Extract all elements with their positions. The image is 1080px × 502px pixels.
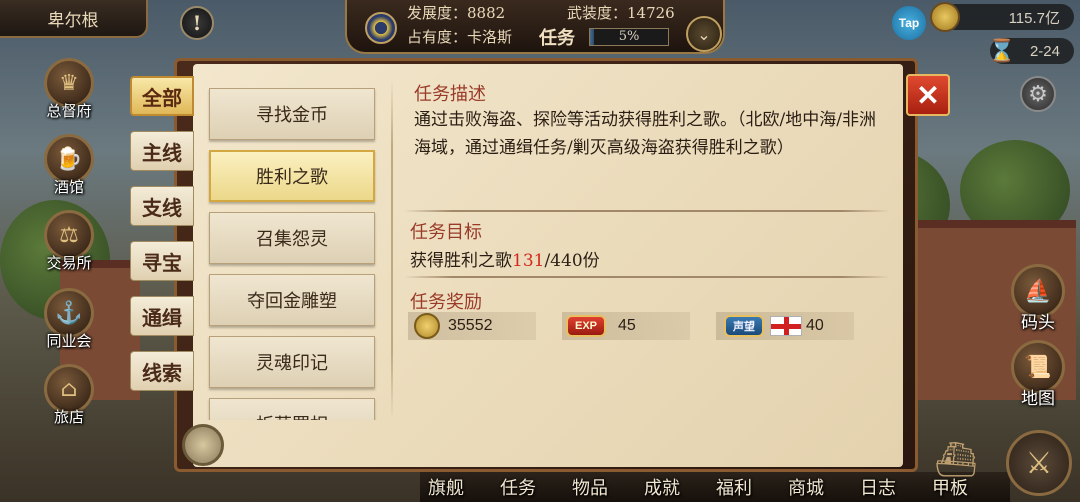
- date-counter: ⌛ 2-24: [988, 38, 1074, 64]
- tab-all[interactable]: 全部: [130, 76, 194, 116]
- close-button[interactable]: ✕: [906, 74, 950, 116]
- goal-suffix: /440份: [544, 251, 600, 271]
- goal-current: 131: [512, 251, 545, 271]
- goal-title: 任务目标: [410, 222, 482, 243]
- nav-label: 交易所: [46, 254, 92, 272]
- nav-tavern[interactable]: 🍺 酒馆: [36, 134, 102, 197]
- quest-item[interactable]: 灵魂印记: [209, 336, 375, 388]
- gold-amount: 115.7亿: [1008, 9, 1060, 27]
- nav-label: 酒馆: [53, 178, 84, 196]
- section-divider: [404, 276, 890, 278]
- nav-label: 总督府: [46, 102, 92, 120]
- reward-gold-amount: 35552: [448, 317, 493, 334]
- ship-icon[interactable]: ⛴: [926, 430, 986, 490]
- reward-exp: EXP 45: [562, 312, 690, 340]
- city-name[interactable]: 卑尔根: [0, 0, 148, 38]
- date-value: 2-24: [1029, 42, 1060, 60]
- task-progress-text: 5%: [618, 29, 640, 44]
- quest-item-selected[interactable]: 胜利之歌: [209, 150, 375, 202]
- task-progress-bar: 5%: [589, 28, 669, 46]
- reward-title: 任务奖励: [410, 292, 482, 313]
- nav-inn[interactable]: ⌂ 旅店: [36, 364, 102, 427]
- reward-gold: 35552: [408, 312, 536, 340]
- nav-governor-office[interactable]: ♛ 总督府: [36, 58, 102, 121]
- exclamation-icon: !: [192, 11, 202, 35]
- quest-list[interactable]: 寻找金币 胜利之歌 召集怨灵 夺回金雕塑 灵魂印记 折草罪相: [206, 84, 378, 420]
- tab-clues[interactable]: 线索: [130, 351, 194, 391]
- crossed-swords-icon: ⚔: [1025, 445, 1053, 481]
- tab-side[interactable]: 支线: [130, 186, 194, 226]
- quest-item[interactable]: 夺回金雕塑: [209, 274, 375, 326]
- gold-coin-icon: [414, 313, 440, 339]
- expand-button[interactable]: ⌄: [686, 16, 722, 52]
- task-progress-label: 任务: [539, 28, 575, 49]
- nav-label: 旅店: [53, 408, 84, 426]
- description-text: 通过击败海盗、探险等活动获得胜利之歌。（北欧/地中海/非洲海域，通过通缉任务/剿…: [414, 110, 876, 158]
- alert-button[interactable]: !: [180, 6, 214, 40]
- reward-fame-amount: 40: [806, 317, 824, 334]
- gold-coin-icon: [930, 2, 960, 32]
- description-title: 任务描述: [414, 84, 486, 105]
- city-emblem-icon[interactable]: [365, 12, 397, 44]
- bottom-nav-shop[interactable]: 商城: [776, 474, 836, 500]
- bottom-nav-achievements[interactable]: 成就: [632, 474, 692, 500]
- section-divider: [404, 210, 890, 212]
- exp-icon: EXP: [566, 315, 606, 337]
- chevron-down-icon: ⌄: [697, 24, 711, 44]
- tab-main[interactable]: 主线: [130, 131, 194, 171]
- quest-item[interactable]: 寻找金币: [209, 88, 375, 140]
- goal-prefix: 获得胜利之歌: [410, 251, 512, 271]
- city-status-bar: 发展度：8882 武装度：14726 占有度：卡洛斯 任务 5%: [345, 0, 725, 54]
- nav-label: 同业会: [46, 332, 92, 350]
- nav-label: 码头: [1021, 313, 1055, 333]
- goal-text: 获得胜利之歌131/440份: [410, 246, 600, 271]
- tap-button[interactable]: Tap: [892, 6, 926, 40]
- occupancy-stat: 占有度：卡洛斯: [407, 28, 513, 46]
- tab-wanted[interactable]: 通缉: [130, 296, 194, 336]
- bottom-nav-tasks[interactable]: 任务: [488, 474, 548, 500]
- quest-item[interactable]: 召集怨灵: [209, 212, 375, 264]
- panel-divider: [391, 80, 393, 420]
- bottom-nav-welfare[interactable]: 福利: [704, 474, 764, 500]
- quest-item[interactable]: 折草罪相: [209, 398, 375, 420]
- fame-icon: 声望: [724, 315, 764, 337]
- nav-exchange[interactable]: ⚖ 交易所: [36, 210, 102, 273]
- bottom-nav-flagship[interactable]: 旗舰: [416, 474, 476, 500]
- gear-icon: ⚙: [1028, 81, 1048, 107]
- bottom-nav-log[interactable]: 日志: [848, 474, 908, 500]
- tab-treasure[interactable]: 寻宝: [130, 241, 194, 281]
- development-stat: 发展度：8882: [407, 4, 506, 22]
- close-icon: ✕: [916, 79, 940, 111]
- nav-guild[interactable]: ⚓ 同业会: [36, 288, 102, 351]
- crossed-swords-button[interactable]: ⚔: [1006, 430, 1072, 496]
- nav-label: 地图: [1021, 389, 1055, 409]
- nav-dock[interactable]: ⛵ 码头: [1004, 264, 1072, 333]
- england-flag-icon: [770, 316, 802, 336]
- reward-exp-amount: 45: [618, 317, 636, 334]
- armament-stat: 武装度：14726: [567, 4, 675, 22]
- bottom-nav-items[interactable]: 物品: [560, 474, 620, 500]
- gold-counter: 115.7亿: [930, 2, 1074, 32]
- compass-icon: [182, 424, 224, 466]
- hourglass-icon: ⌛: [988, 38, 1016, 63]
- settings-button[interactable]: ⚙: [1020, 76, 1056, 112]
- reward-fame: 声望 40: [716, 312, 854, 340]
- nav-map[interactable]: 📜 地图: [1004, 340, 1072, 409]
